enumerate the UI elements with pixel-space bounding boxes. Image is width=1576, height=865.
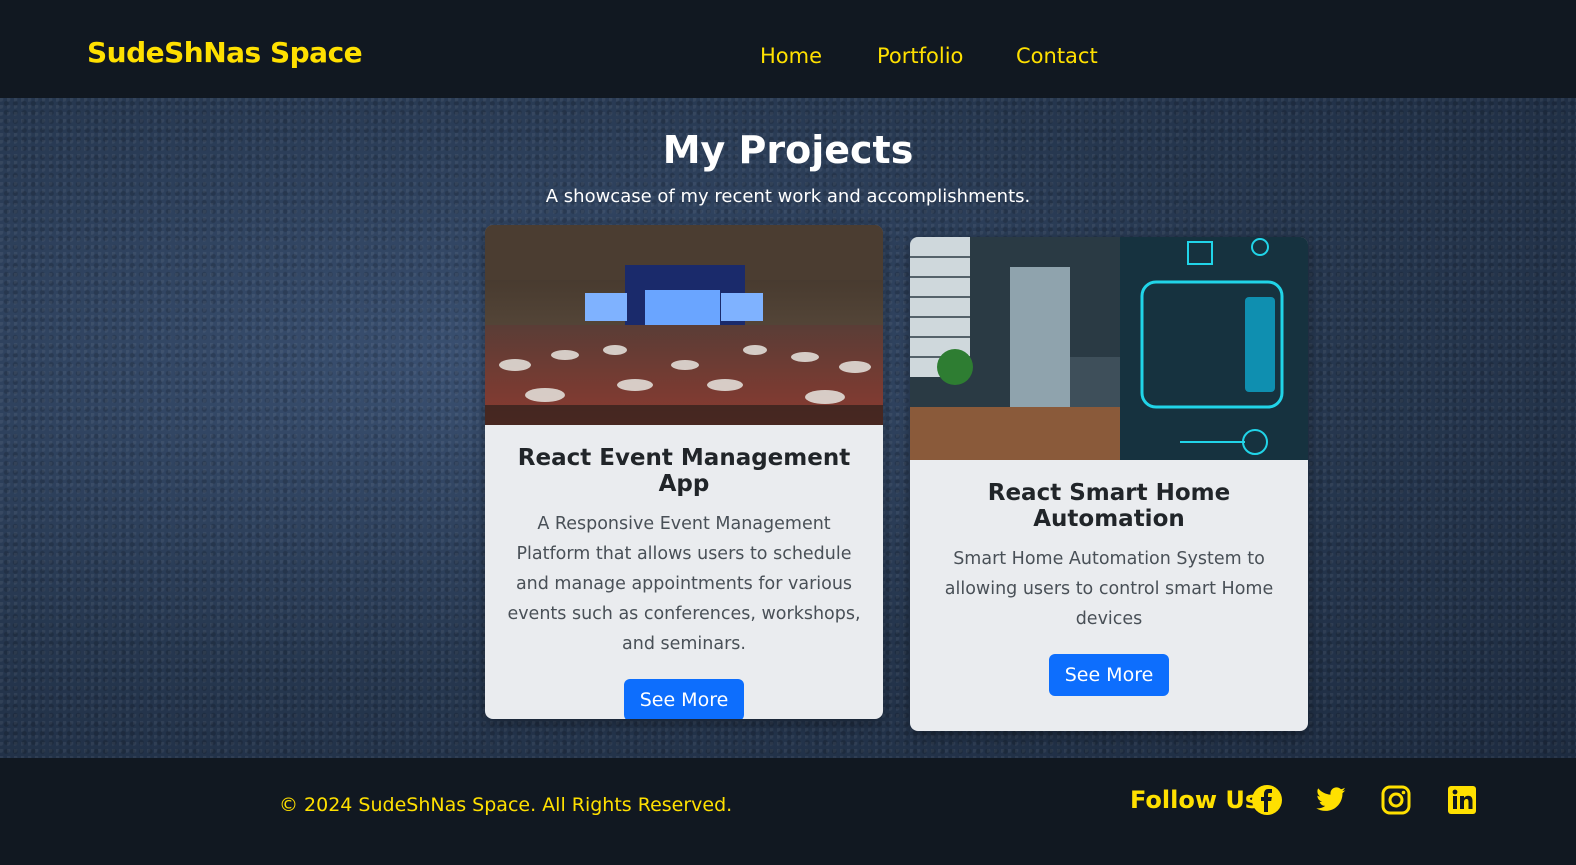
nav-portfolio[interactable]: Portfolio [877,44,963,68]
card-body: React Event Management App A Responsive … [485,425,883,719]
see-more-button[interactable]: See More [623,679,745,719]
projects-section: My Projects A showcase of my recent work… [0,98,1576,758]
project-card-event: React Event Management App A Responsive … [485,225,883,719]
card-body: React Smart Home Automation Smart Home A… [910,460,1308,696]
nav-home[interactable]: Home [760,44,822,68]
copyright-text: © 2024 SudeShNas Space. All Rights Reser… [279,794,733,816]
follow-us-label: Follow Us [1130,786,1260,814]
linkedin-icon[interactable] [1446,784,1478,816]
card-description: A Responsive Event Management Platform t… [507,514,861,654]
brand-logo[interactable]: SudeShNas Space [87,36,363,69]
page-title: My Projects [662,128,914,172]
see-more-button[interactable]: See More [1048,654,1170,696]
nav-contact[interactable]: Contact [1016,44,1098,68]
conference-hall-photo [485,225,883,425]
facebook-icon[interactable] [1251,784,1283,816]
card-title: React Smart Home Automation [987,480,1231,532]
instagram-icon[interactable] [1380,784,1412,816]
smart-home-kitchen-photo [910,237,1308,460]
footer: © 2024 SudeShNas Space. All Rights Reser… [0,758,1576,865]
card-title: React Event Management App [517,445,851,497]
project-card-smart-home: React Smart Home Automation Smart Home A… [910,237,1308,731]
page-subtitle: A showcase of my recent work and accompl… [545,186,1031,207]
twitter-icon[interactable] [1315,784,1347,816]
navbar: SudeShNas Space Home Portfolio Contact [0,0,1576,98]
card-description: Smart Home Automation System to allowing… [944,549,1274,629]
